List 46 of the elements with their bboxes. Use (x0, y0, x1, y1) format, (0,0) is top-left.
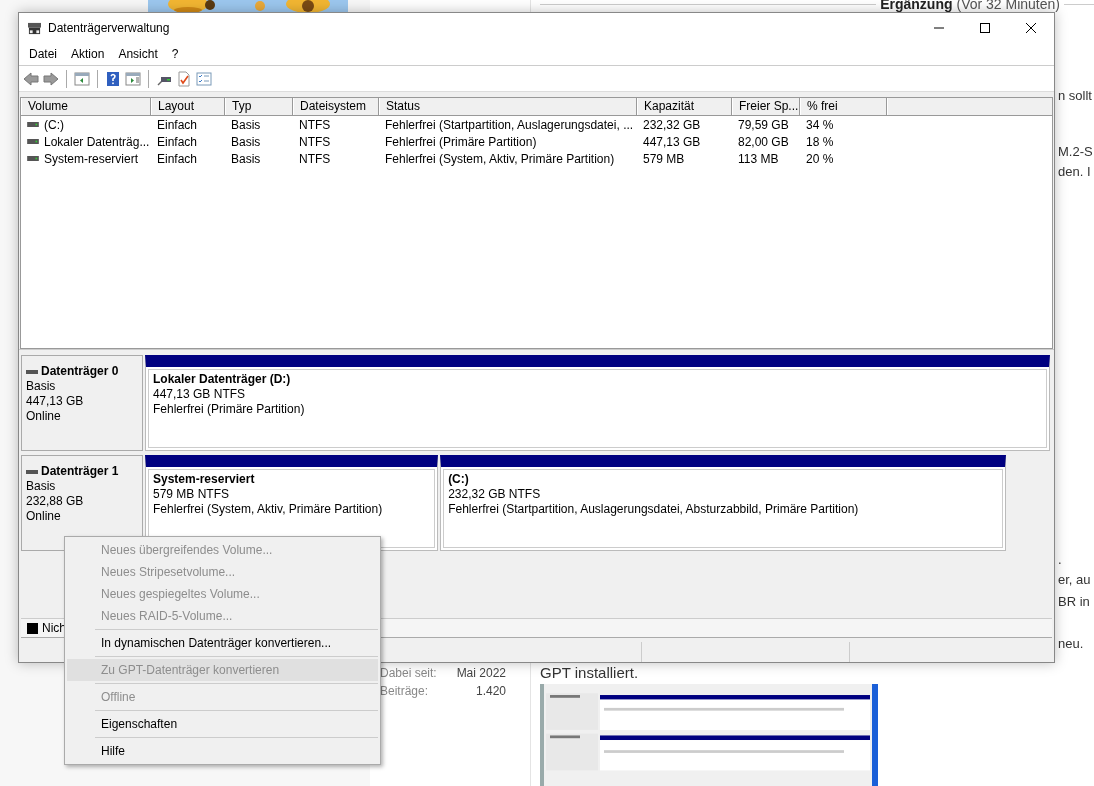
table-cell: (C:) (44, 117, 64, 132)
info-label: Dabei seit: (380, 666, 437, 680)
post-text: n sollt (1058, 88, 1092, 103)
table-cell: 579 MB (643, 151, 685, 166)
disk-status: Online (26, 509, 62, 524)
table-cell: Einfach (157, 134, 198, 149)
info-label: Beiträge: (380, 684, 429, 698)
table-cell: 232,32 GB (643, 117, 701, 132)
disk-name: Datenträger 1 (26, 464, 138, 479)
table-cell: NTFS (299, 117, 331, 132)
table-cell: 18 % (806, 134, 834, 149)
post-text: . (1058, 552, 1062, 567)
table-cell: 82,00 GB (738, 134, 789, 149)
post-text: den. I (1058, 164, 1091, 179)
table-cell: Fehlerfrei (System, Aktiv, Primäre Partition) (385, 151, 615, 166)
table-cell: 113 MB (738, 151, 779, 166)
table-cell: Einfach (157, 151, 198, 166)
info-value: 1.420 (475, 684, 506, 698)
table-cell: Basis (231, 134, 261, 149)
table-cell: Fehlerfrei (Startpartition, Auslagerungsdatei, ... (385, 117, 634, 132)
table-cell: 447,13 GB (643, 134, 701, 149)
disk-type: Basis (26, 479, 57, 494)
table-cell: 20 % (806, 151, 834, 166)
post-text: er, au (1058, 572, 1091, 587)
table-cell: Basis (231, 151, 261, 166)
table-cell: 34 % (806, 117, 834, 132)
info-value: Mai 2022 (456, 666, 506, 680)
table-cell: Fehlerfrei (Primäre Partition) (385, 134, 537, 149)
table-cell: 79,59 GB (738, 117, 789, 132)
disk-type: Basis (26, 379, 57, 394)
table-cell: Einfach (157, 117, 198, 132)
disk-name: Datenträger 0 (26, 364, 138, 379)
post-text: BR in (1058, 594, 1090, 609)
window-title: Datenträgerverwaltung (48, 21, 171, 35)
table-cell: Basis (231, 117, 261, 132)
table-cell: Lokaler Datenträg... (44, 134, 150, 149)
note-title: Ergänzung (880, 0, 953, 12)
disk-size: 232,88 GB (26, 494, 85, 509)
disk-status: Online (26, 409, 62, 424)
post-text: GPT installiert. (540, 664, 639, 681)
post-text: M.2-S (1058, 144, 1093, 159)
table-cell: System-reserviert (44, 151, 138, 166)
table-cell: NTFS (299, 151, 331, 166)
table-cell: NTFS (299, 134, 331, 149)
post-text: neu. (1058, 636, 1084, 651)
disk-size: 447,13 GB (26, 394, 85, 409)
